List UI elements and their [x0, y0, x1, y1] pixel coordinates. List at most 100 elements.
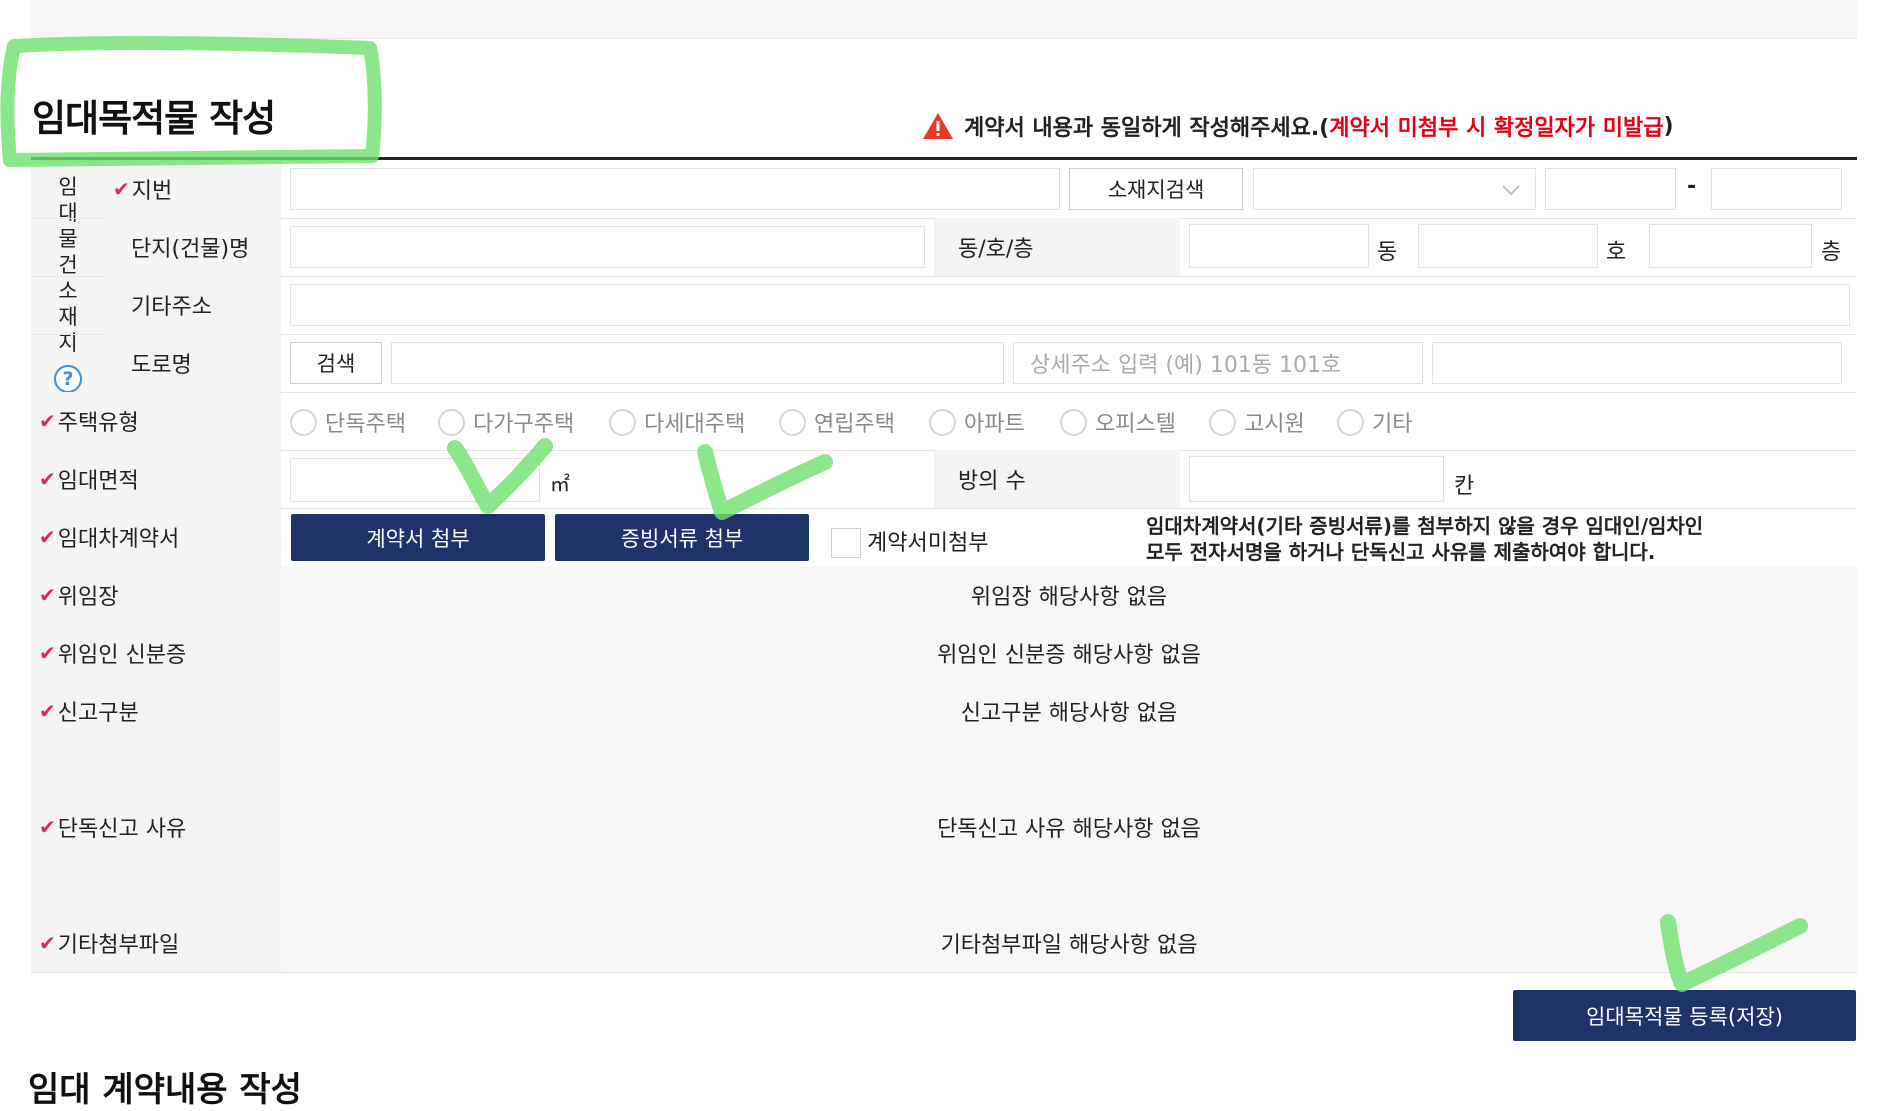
label-power-of-attorney: 위임장 — [57, 585, 119, 610]
report-type-value: 신고구분 해당사항 없음 — [960, 701, 1178, 726]
floor-input[interactable] — [1649, 224, 1812, 268]
required-check-icon: ✔ — [39, 525, 56, 549]
required-check-icon: ✔ — [39, 931, 56, 955]
row-power-of-attorney: ✔ 위임장 위임장 해당사항 없음 — [31, 566, 1857, 625]
label-area: 임대면적 — [57, 469, 139, 494]
contract-note-line2: 모두 전자서명을 하거나 단독신고 사유를 제출하여야 합니다. — [1146, 540, 1656, 564]
other-address-input[interactable] — [290, 284, 1850, 326]
top-bar — [31, 0, 1857, 39]
sole-report-reason-value: 단독신고 사유 해당사항 없음 — [937, 817, 1201, 842]
label-road: 도로명 — [105, 334, 281, 392]
detail-address-input[interactable]: 상세주소 입력 (예) 101동 101호 — [1013, 342, 1423, 384]
radio-circle — [438, 408, 465, 436]
notice: 계약서 내용과 동일하게 작성해주세요.(계약서 미첨부 시 확정일자가 미발급… — [922, 110, 1674, 142]
attach-evidence-button[interactable]: 증빙서류 첨부 — [555, 514, 809, 561]
label-jibeon: 지번 — [131, 179, 173, 204]
bunji-sub-input[interactable] — [1711, 168, 1842, 210]
road-address-input[interactable] — [391, 342, 1004, 384]
radio-label: 고시원 — [1244, 412, 1305, 437]
radio-gosiwon[interactable]: 고시원 — [1209, 406, 1305, 438]
delegator-id-value: 위임인 신분증 해당사항 없음 — [937, 643, 1201, 668]
jibeon-input[interactable] — [290, 168, 1060, 210]
radio-circle — [1209, 408, 1236, 436]
label-housing-type: 주택유형 — [57, 411, 139, 436]
row-sole-report-reason: ✔ 단독신고 사유 단독신고 사유 해당사항 없음 — [31, 740, 1857, 915]
radio-label: 오피스텔 — [1095, 412, 1176, 437]
notice-red-text: 계약서 미첨부 시 확정일자가 미발급 — [1329, 116, 1664, 141]
required-check-icon: ✔ — [39, 641, 56, 665]
page-title: 임대목적물 작성 — [32, 97, 276, 140]
required-check-icon: ✔ — [113, 177, 130, 201]
warning-icon — [923, 113, 953, 139]
row-other-address: 기타주소 — [31, 276, 1857, 335]
radio-circle — [779, 408, 806, 436]
row-complex: 단지(건물)명 동/호/층 동 호 층 — [31, 218, 1857, 277]
address-search-button[interactable]: 소재지검색 — [1069, 168, 1243, 210]
label-sole-report-reason: 단독신고 사유 — [57, 817, 187, 842]
radio-label: 연립주택 — [814, 412, 895, 437]
radio-circle — [290, 408, 317, 436]
row-delegator-id: ✔ 위임인 신분증 위임인 신분증 해당사항 없음 — [31, 624, 1857, 683]
radio-circle — [929, 408, 956, 436]
row-other-attachments: ✔ 기타첨부파일 기타첨부파일 해당사항 없음 — [31, 914, 1857, 973]
rooms-unit: 칸 — [1454, 474, 1475, 499]
row-area: ✔ 임대면적 ㎡ 방의 수 칸 — [31, 450, 1857, 509]
notice-close: ) — [1663, 113, 1674, 139]
next-section-title: 임대 계약내용 작성 — [28, 1070, 302, 1110]
required-check-icon: ✔ — [39, 583, 56, 607]
area-input[interactable] — [290, 458, 540, 502]
radio-apartment[interactable]: 아파트 — [929, 406, 1025, 438]
ho-unit: 호 — [1606, 240, 1627, 265]
required-check-icon: ✔ — [39, 815, 56, 839]
radio-label: 다가구주택 — [473, 412, 575, 437]
radio-label: 기타 — [1372, 412, 1413, 437]
ho-input[interactable] — [1418, 224, 1598, 268]
radio-circle — [1337, 408, 1364, 436]
radio-label: 다세대주택 — [644, 412, 746, 437]
label-delegator-id: 위임인 신분증 — [57, 643, 187, 668]
required-check-icon: ✔ — [39, 409, 56, 433]
row-jibeon: ✔ 지번 소재지검색 - — [31, 160, 1857, 219]
floor-unit: 층 — [1821, 240, 1842, 265]
notice-text: 계약서 내용과 동일하게 작성해주세요.( — [964, 116, 1330, 141]
road-extra-input[interactable] — [1432, 342, 1842, 384]
radio-row-house[interactable]: 연립주택 — [779, 406, 895, 438]
no-attach-label: 계약서미첨부 — [867, 531, 989, 556]
label-complex: 단지(건물)명 — [105, 218, 281, 276]
label-contract: 임대차계약서 — [57, 527, 180, 552]
no-attach-checkbox[interactable] — [831, 528, 861, 558]
bunji-main-input[interactable] — [1545, 168, 1676, 210]
label-other-attachments: 기타첨부파일 — [57, 933, 180, 958]
radio-label: 아파트 — [964, 412, 1025, 437]
dong-input[interactable] — [1189, 224, 1369, 268]
rooms-input[interactable] — [1189, 456, 1444, 502]
radio-officetel[interactable]: 오피스텔 — [1060, 406, 1176, 438]
attach-contract-button[interactable]: 계약서 첨부 — [291, 514, 545, 561]
contract-note-line1: 임대차계약서(기타 증빙서류)를 첨부하지 않을 경우 임대인/임차인 — [1146, 514, 1704, 538]
radio-circle — [609, 408, 636, 436]
power-of-attorney-value: 위임장 해당사항 없음 — [970, 585, 1168, 610]
row-housing-type: ✔ 주택유형 단독주택 다가구주택 다세대주택 연립주택 아파트 오피스텔 고시원… — [31, 392, 1857, 451]
radio-multi-family[interactable]: 다가구주택 — [438, 406, 574, 438]
radio-circle — [1060, 408, 1087, 436]
area-unit: ㎡ — [550, 472, 570, 496]
label-rooms: 방의 수 — [934, 450, 1180, 508]
required-check-icon: ✔ — [39, 699, 56, 723]
radio-detached[interactable]: 단독주택 — [290, 406, 406, 438]
save-property-button[interactable]: 임대목적물 등록(저장) — [1513, 990, 1856, 1041]
row-road: 도로명 검색 상세주소 입력 (예) 101동 101호 — [31, 334, 1857, 393]
bunji-dash: - — [1687, 174, 1697, 199]
radio-other[interactable]: 기타 — [1337, 406, 1412, 438]
other-attachments-value: 기타첨부파일 해당사항 없음 — [940, 933, 1198, 958]
complex-name-input[interactable] — [290, 226, 925, 268]
chevron-down-icon — [1502, 185, 1520, 196]
row-report-type: ✔ 신고구분 신고구분 해당사항 없음 — [31, 682, 1857, 741]
radio-multi-household[interactable]: 다세대주택 — [609, 406, 745, 438]
label-dong-ho-floor: 동/호/층 — [934, 218, 1180, 276]
radio-label: 단독주택 — [325, 412, 406, 437]
required-check-icon: ✔ — [39, 467, 56, 491]
address-select[interactable] — [1253, 168, 1536, 210]
road-search-button[interactable]: 검색 — [290, 342, 382, 384]
dong-unit: 동 — [1377, 240, 1398, 265]
label-other-address: 기타주소 — [105, 276, 281, 334]
